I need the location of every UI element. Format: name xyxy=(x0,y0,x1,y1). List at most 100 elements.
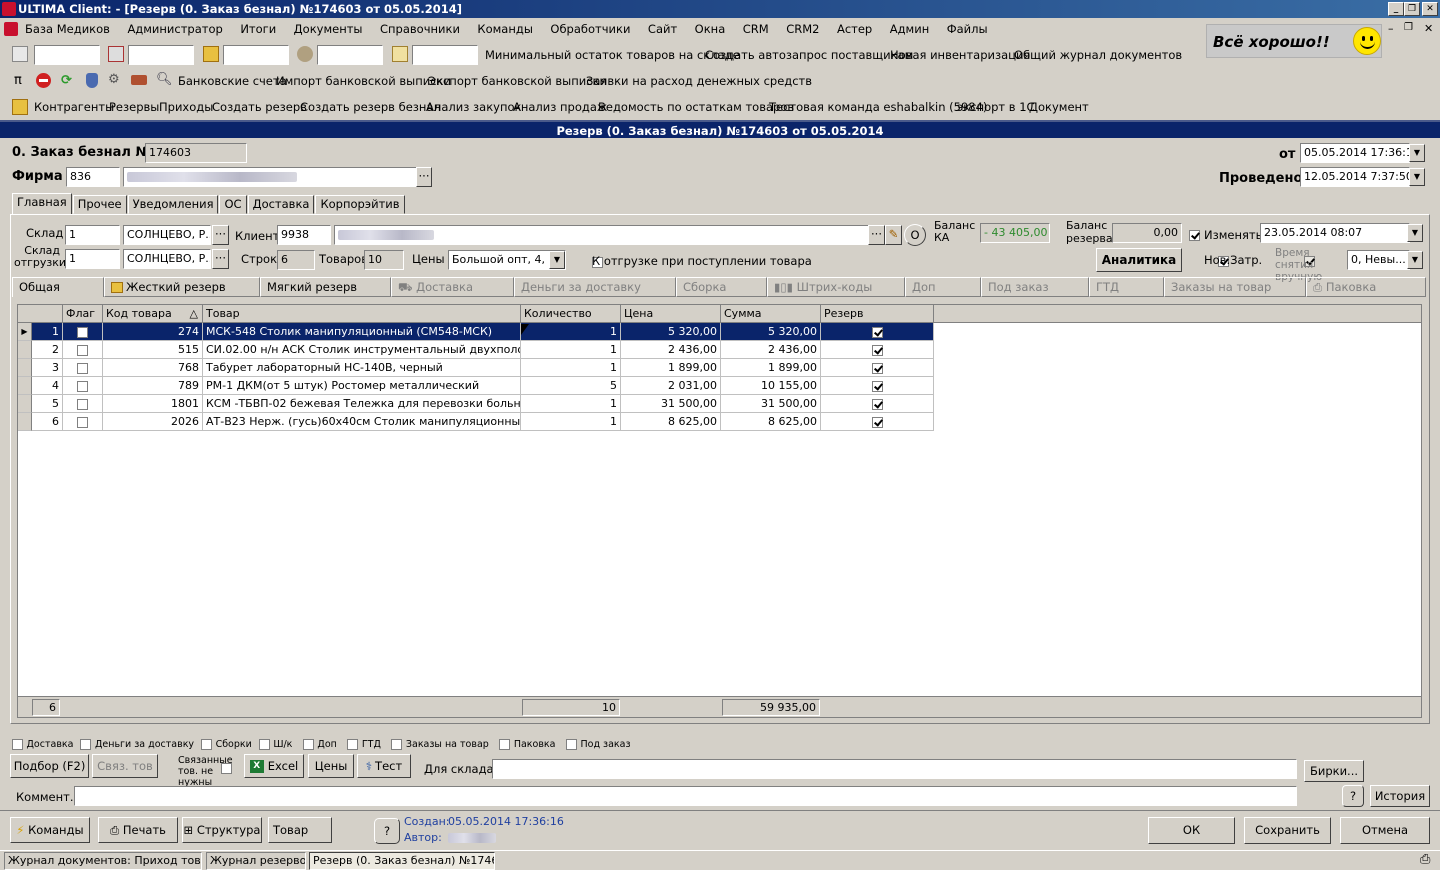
menu-item[interactable]: Файлы xyxy=(940,19,995,39)
test-button[interactable]: ⚕ Тест xyxy=(357,754,411,778)
client-browse-button[interactable]: ··· xyxy=(868,225,885,245)
for-warehouse-input[interactable] xyxy=(492,759,1297,779)
grid-col-name[interactable]: Товар xyxy=(203,305,521,323)
document-icon[interactable] xyxy=(108,46,124,62)
taskbar-item-reserve-journal[interactable]: Журнал резервов xyxy=(206,852,306,870)
link-new-inventory[interactable]: Новая инвентаризация xyxy=(890,48,1030,62)
link-stock-report[interactable]: Ведомость по остаткам товаров xyxy=(598,100,794,114)
notes-icon[interactable] xyxy=(392,46,408,62)
subtab-hard-reserve[interactable]: Жесткий резерв xyxy=(104,277,260,297)
link-create-reserve[interactable]: Создать резерв xyxy=(212,100,307,114)
menu-item[interactable]: Обработчики xyxy=(543,19,637,39)
date-from-field[interactable]: 05.05.2014 17:36:16 xyxy=(1300,143,1410,163)
info-button[interactable]: ? xyxy=(374,818,400,844)
client-edit-icon[interactable]: ✎ xyxy=(885,225,902,245)
firm-code-field[interactable]: 836 xyxy=(66,167,120,187)
menu-item[interactable]: Справочники xyxy=(373,19,467,39)
link-auto-request[interactable]: Создать автозапрос поставщикам xyxy=(705,48,913,62)
menu-item[interactable]: Сайт xyxy=(641,19,684,39)
client-name-field[interactable] xyxy=(334,225,869,245)
filter-delivery-money-checkbox[interactable] xyxy=(80,738,92,750)
toolbar-field-2[interactable] xyxy=(128,45,194,65)
row-flag[interactable] xyxy=(63,395,103,413)
grid-col-qty[interactable]: Количество xyxy=(521,305,621,323)
link-contractors[interactable]: Контрагенты xyxy=(34,100,114,114)
close-icon[interactable]: ✕ xyxy=(1422,2,1438,16)
subtab-delivery[interactable]: ⛟ Доставка xyxy=(391,277,514,297)
minimize-icon[interactable]: _ xyxy=(1388,2,1404,16)
link-bank-accounts[interactable]: Банковские счета xyxy=(178,74,287,88)
link-doc-journal[interactable]: Общий журнал документов xyxy=(1014,48,1182,62)
posted-date-field[interactable]: 12.05.2014 7:37:50 xyxy=(1300,167,1410,187)
ship-warehouse-code-field[interactable]: 1 xyxy=(65,249,120,269)
new-value-select[interactable]: 0, Невы... xyxy=(1347,250,1410,270)
subtab-extra[interactable]: Доп xyxy=(905,277,981,297)
ship-warehouse-name-field[interactable]: СОЛНЦЕВО, Р... xyxy=(123,249,211,269)
link-goods-button[interactable]: Связ. тов xyxy=(92,754,158,778)
subtab-soft-reserve[interactable]: Мягкий резерв xyxy=(260,277,391,297)
box-icon[interactable] xyxy=(203,46,219,62)
subtab-delivery-money[interactable]: Деньги за доставку xyxy=(514,277,676,297)
posted-date-dropdown-icon[interactable]: ▼ xyxy=(1409,168,1425,186)
link-import-statement[interactable]: Импорт банковской выписки xyxy=(276,74,451,88)
client-o-button[interactable]: О xyxy=(904,224,926,246)
taskbar-item-current-reserve[interactable]: Резерв (0. Заказ безнал) №1746... xyxy=(309,852,495,870)
filter-barcode-checkbox[interactable] xyxy=(258,738,270,750)
tab-corporate[interactable]: Корпорэйтив xyxy=(315,195,405,214)
link-expense-requests[interactable]: Заявки на расход денежных средств xyxy=(586,74,812,88)
firm-name-field[interactable] xyxy=(123,167,418,187)
mdi-close-icon[interactable]: ✕ xyxy=(1424,22,1433,35)
excel-button[interactable]: X Excel xyxy=(244,754,304,778)
new-value-dropdown-icon[interactable]: ▼ xyxy=(1407,251,1423,269)
gear-icon[interactable]: ⚙ xyxy=(108,72,120,87)
link-create-reserve-cashless[interactable]: Создать резерв безнал xyxy=(300,100,441,114)
tab-os[interactable]: ОС xyxy=(219,195,247,214)
filter-extra-checkbox[interactable] xyxy=(302,738,314,750)
subtab-barcodes[interactable]: ▮▯▮ Штрих-коды xyxy=(767,277,905,297)
tab-notifications[interactable]: Уведомления xyxy=(127,195,219,214)
link-export-statement[interactable]: Экспорт банковской выписки xyxy=(428,74,607,88)
menu-item[interactable]: CRM2 xyxy=(779,19,826,39)
tab-main[interactable]: Главная xyxy=(12,193,72,214)
subtab-on-order[interactable]: Под заказ xyxy=(981,277,1089,297)
table-row[interactable]: 2 515 СИ.02.00 н/н АСК Столик инструмент… xyxy=(18,341,934,359)
items-grid[interactable]: Флаг Код товара △ Товар Количество Цена С… xyxy=(17,304,1422,718)
change-checkbox[interactable] xyxy=(1189,229,1200,241)
table-row[interactable]: ▶ 1 274 МСК-548 Столик манипуляционный (… xyxy=(18,323,934,341)
menu-item[interactable]: Админ xyxy=(883,19,937,39)
menu-item[interactable]: База Медиков xyxy=(18,19,117,39)
row-flag[interactable] xyxy=(63,377,103,395)
table-row[interactable]: 4 789 РМ-1 ДКМ(от 5 штук) Ростомер метал… xyxy=(18,377,934,395)
link-sales-analysis[interactable]: Анализ продаж xyxy=(513,100,607,114)
box-icon[interactable] xyxy=(12,99,28,115)
search-icon[interactable]: 🔍︎ xyxy=(156,72,173,87)
link-arrivals[interactable]: Приходы xyxy=(159,100,213,114)
filter-product-orders-checkbox[interactable] xyxy=(391,738,403,750)
menu-item[interactable]: CRM xyxy=(736,19,776,39)
toolbar-field-4[interactable] xyxy=(317,45,383,65)
row-flag[interactable] xyxy=(63,341,103,359)
link-document[interactable]: Документ xyxy=(1029,100,1089,114)
filter-on-order-checkbox[interactable] xyxy=(566,738,577,750)
warehouse-name-field[interactable]: СОЛНЦЕВО, Р... xyxy=(123,225,211,245)
help-button[interactable]: ? xyxy=(1342,785,1364,807)
shield-icon[interactable] xyxy=(86,73,98,88)
tab-delivery[interactable]: Доставка xyxy=(247,195,315,214)
warehouse-browse-button[interactable]: ··· xyxy=(212,225,229,245)
refresh-icon[interactable]: ⟳ xyxy=(61,73,72,88)
goods-button[interactable]: Товар xyxy=(268,817,332,843)
row-reserve[interactable] xyxy=(821,359,934,377)
printer-tray-icon[interactable]: ⎙ xyxy=(1420,852,1430,867)
firm-browse-button[interactable]: ··· xyxy=(416,167,432,187)
menu-item[interactable]: Администратор xyxy=(120,19,229,39)
pi-icon[interactable]: π xyxy=(14,73,22,88)
link-test-command[interactable]: Тестовая команда eshabalkin (5984) xyxy=(769,100,987,114)
toolbar-field-3[interactable] xyxy=(223,45,289,65)
subtab-packing[interactable]: ⎙ Паковка xyxy=(1306,277,1426,297)
link-export-1c[interactable]: экспорт в 1С xyxy=(957,100,1035,114)
grid-col-sum[interactable]: Сумма xyxy=(721,305,821,323)
ship-warehouse-browse-button[interactable]: ··· xyxy=(212,249,229,269)
prices-dropdown-icon[interactable]: ▼ xyxy=(549,251,565,269)
subtab-product-orders[interactable]: Заказы на товар xyxy=(1164,277,1306,297)
table-row[interactable]: 6 2026 АТ-В23 Нерж. (гусь)60х40см Столик… xyxy=(18,413,934,431)
